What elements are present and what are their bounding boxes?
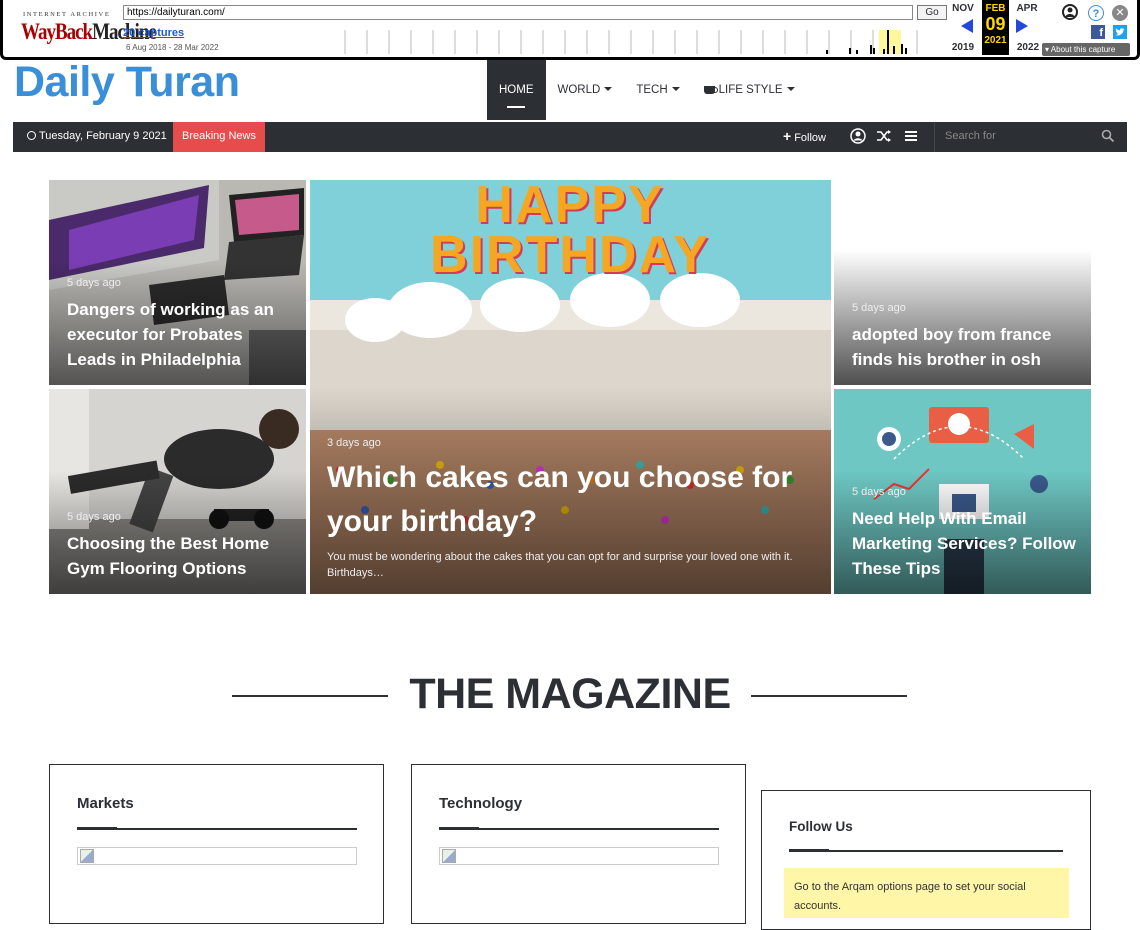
wayback-url-input[interactable]: https://dailyturan.com/ <box>123 5 913 20</box>
user-account-icon[interactable] <box>850 128 866 144</box>
twitter-icon[interactable] <box>1113 25 1127 39</box>
post-title[interactable]: Need Help With Email Marketing Services?… <box>852 506 1084 581</box>
facebook-icon[interactable]: f <box>1091 25 1105 39</box>
wayback-go-button[interactable]: Go <box>917 5 947 20</box>
chevron-down-icon <box>786 87 795 91</box>
close-icon[interactable]: ✕ <box>1112 5 1128 21</box>
divider <box>789 849 1063 852</box>
random-icon[interactable] <box>876 128 892 144</box>
divider <box>439 827 719 830</box>
post-date: 5 days ago <box>852 302 906 314</box>
menu-icon[interactable] <box>903 128 919 144</box>
nav-tech[interactable]: TECH <box>624 60 691 120</box>
wayback-cur-year: 2021 <box>984 35 1007 46</box>
top-bar: Tuesday, February 9 2021 Breaking News +… <box>13 122 1127 152</box>
search-icon[interactable] <box>1101 129 1115 143</box>
wayback-next-year[interactable]: 2022 <box>1013 42 1043 53</box>
social-notice[interactable]: Go to the Arqam options page to set your… <box>784 868 1069 918</box>
chevron-down-icon <box>604 87 613 91</box>
widget-title: Technology <box>439 795 523 812</box>
site-logo[interactable]: Daily Turan <box>14 58 240 107</box>
broken-image-icon[interactable] <box>439 847 719 865</box>
post-excerpt: You must be wondering about the cakes th… <box>327 551 793 579</box>
wayback-capture-range: 6 Aug 2018 - 28 Mar 2022 <box>126 43 219 52</box>
nav-home[interactable]: HOME <box>487 60 546 120</box>
wayback-prev-arrow-icon[interactable] <box>961 19 973 33</box>
user-icon[interactable] <box>1062 4 1078 20</box>
divider <box>751 695 907 697</box>
wayback-about-capture[interactable]: ▾ About this capture <box>1042 43 1130 56</box>
wayback-sparkline[interactable] <box>321 30 947 54</box>
follow-button[interactable]: + Follow <box>783 122 826 152</box>
post-date: 5 days ago <box>852 486 906 498</box>
current-date: Tuesday, February 9 2021 <box>27 122 167 150</box>
nav-world[interactable]: WORLD <box>546 60 625 120</box>
post-card-executor[interactable]: 5 days ago Dangers of working as an exec… <box>49 180 306 385</box>
divider <box>77 827 357 830</box>
widget-follow-us: Follow Us Go to the Arqam options page t… <box>761 790 1091 930</box>
wayback-next-arrow-icon[interactable] <box>1016 19 1028 33</box>
main-nav: HOME WORLD TECH LIFE STYLE <box>487 60 807 120</box>
wayback-cur-day: 09 <box>985 14 1006 34</box>
post-date: 3 days ago <box>327 437 381 449</box>
search-input[interactable] <box>945 128 1095 144</box>
widget-title: Markets <box>77 795 134 812</box>
wayback-current-date: FEB 09 2021 <box>982 0 1009 55</box>
coffee-icon <box>703 86 718 94</box>
broken-image-icon[interactable] <box>77 847 357 865</box>
wayback-prev-year[interactable]: 2019 <box>948 42 978 53</box>
widget-technology: Technology <box>411 764 746 924</box>
post-card-email-marketing[interactable]: 5 days ago Need Help With Email Marketin… <box>834 389 1091 594</box>
post-title[interactable]: adopted boy from france finds his brothe… <box>852 322 1077 372</box>
widget-markets: Markets <box>49 764 384 924</box>
nav-life-style[interactable]: LIFE STYLE <box>692 60 807 120</box>
post-card-gym-flooring[interactable]: 5 days ago Choosing the Best Home Gym Fl… <box>49 389 306 594</box>
cake-candle-text: HAPPY BIRTHDAY <box>430 180 710 284</box>
post-title[interactable]: Choosing the Best Home Gym Flooring Opti… <box>67 531 292 581</box>
magazine-heading: THE MAGAZINE <box>409 670 731 718</box>
wayback-cur-month: FEB <box>985 3 1006 14</box>
wayback-prev-month[interactable]: NOV <box>948 3 978 14</box>
wayback-logo[interactable]: INTERNET ARCHIVE WayBackMachine <box>11 4 157 48</box>
plus-icon: + <box>783 128 792 144</box>
post-date: 5 days ago <box>67 277 121 289</box>
post-title[interactable]: Which cakes can you choose for your birt… <box>327 456 817 544</box>
post-card-birthday-cakes[interactable]: HAPPY BIRTHDAY 3 days ago Which cakes ca… <box>310 180 831 594</box>
chevron-down-icon <box>671 87 680 91</box>
help-icon[interactable]: ? <box>1088 5 1104 21</box>
widget-title: Follow Us <box>789 819 853 834</box>
search-box <box>934 122 1127 152</box>
wayback-captures-link[interactable]: 20 captures <box>123 27 184 39</box>
clock-icon <box>27 131 36 140</box>
post-title[interactable]: Dangers of working as an executor for Pr… <box>67 297 292 372</box>
post-card-adopted-boy[interactable]: 5 days ago adopted boy from france finds… <box>834 180 1091 385</box>
breaking-news-label[interactable]: Breaking News <box>173 122 265 152</box>
wayback-next-month[interactable]: APR <box>1012 3 1042 14</box>
wayback-logo-top: INTERNET ARCHIVE <box>23 11 111 18</box>
wayback-toolbar: INTERNET ARCHIVE WayBackMachine https://… <box>0 0 1140 60</box>
post-date: 5 days ago <box>67 511 121 523</box>
